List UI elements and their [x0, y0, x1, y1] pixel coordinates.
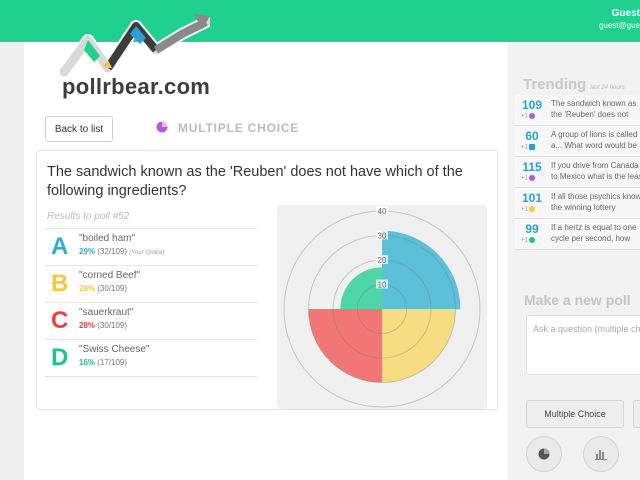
tick-label: 40 — [378, 207, 387, 216]
answer-list: A "boiled ham" 29% (32/109) (Your choice… — [45, 228, 257, 377]
trend-count: 99 — [525, 222, 539, 236]
trending-subtitle: last 24 hours — [590, 85, 625, 91]
answer-stats: 16% (17/109) — [79, 358, 127, 367]
tick-label: 20 — [378, 256, 387, 265]
trend-count: 101 — [521, 191, 543, 205]
answer-text: "sauerkraut" — [79, 307, 134, 318]
pie-icon — [538, 448, 550, 460]
new-poll-title: Make a new poll — [524, 292, 631, 308]
answer-percent: 28% — [79, 321, 96, 330]
poll-question: The sandwich known as the 'Reuben' does … — [47, 164, 463, 199]
answer-row-c[interactable]: C "sauerkraut" 28% (30/109) — [45, 302, 257, 339]
trend-text: A group of lions is called a... What wor… — [551, 130, 638, 153]
sidebar: Trending last 24 hours 109 +1 The sandwic… — [509, 42, 640, 480]
trending-item[interactable]: 109 +1 The sandwich known as the 'Reuben… — [515, 95, 640, 126]
answer-stats: 29% (32/109) (Your choice) — [79, 247, 165, 256]
answer-letter: A — [51, 233, 69, 260]
tick-label: 10 — [378, 281, 387, 290]
trending-item[interactable]: 115 +1 If you drive from Canada to Mexic… — [515, 157, 640, 188]
trend-text: If you drive from Canada to Mexico what … — [551, 161, 640, 184]
trend-text: If a hertz is equal to one cycle per sec… — [551, 223, 640, 246]
question-input[interactable]: Ask a question (multiple choice) — [526, 315, 640, 375]
trend-delta-value: +1 — [521, 206, 528, 213]
polar-wedge-4[interactable] — [340, 267, 382, 309]
poll-type-button[interactable] — [633, 400, 640, 428]
trending-heading: Trending — [523, 76, 587, 93]
bar-type-button[interactable] — [583, 436, 619, 472]
trending-title: Trending last 24 hours — [523, 76, 625, 93]
user-info[interactable]: Guest guest@gue — [599, 8, 640, 30]
answer-percent: 16% — [79, 358, 96, 367]
trend-delta-value: +1 — [521, 113, 528, 120]
user-email: guest@gue — [598, 21, 640, 30]
answer-percent: 29% — [79, 247, 96, 256]
trend-delta: +1 — [521, 206, 535, 213]
poll-type-label: MULTIPLE CHOICE — [178, 121, 300, 135]
trend-delta-value: +1 — [521, 175, 528, 182]
answer-row-a[interactable]: A "boiled ham" 29% (32/109) (Your choice… — [45, 228, 257, 265]
answer-letter: C — [51, 307, 69, 334]
answer-text: "corned Beef" — [79, 270, 141, 281]
answer-stats: 28% (30/109) — [79, 284, 127, 293]
bulb-icon — [528, 206, 535, 212]
pie-icon — [528, 237, 535, 243]
user-name: Guest — [611, 8, 640, 19]
back-to-list-button[interactable]: Back to list — [45, 116, 113, 142]
pie-icon — [528, 113, 535, 119]
trend-count: 109 — [521, 98, 543, 112]
trending-list: 109 +1 The sandwich known as the 'Reuben… — [515, 95, 640, 250]
polar-wedge-2[interactable] — [382, 309, 456, 383]
answer-percent: 28% — [79, 284, 96, 293]
trending-item[interactable]: 60 +1 A group of lions is called a... Wh… — [515, 126, 640, 157]
answer-letter: D — [51, 344, 69, 371]
polar-wedge-3[interactable] — [308, 309, 383, 383]
answer-text: "boiled ham" — [79, 233, 136, 244]
bar-chart-icon — [595, 450, 607, 460]
pie-icon — [528, 175, 535, 181]
answer-counts: (30/109) — [97, 321, 128, 330]
chart-svg: 10 20 30 40 — [283, 206, 481, 408]
answer-counts: (17/109) — [97, 358, 128, 367]
poll-card: The sandwich known as the 'Reuben' does … — [36, 150, 498, 410]
tick-label: 30 — [378, 232, 387, 241]
trend-count: 115 — [522, 160, 542, 174]
answer-letter: B — [51, 270, 69, 297]
trending-item[interactable]: 99 +1 If a hertz is equal to one cycle p… — [515, 219, 640, 250]
answer-row-b[interactable]: B "corned Beef" 28% (30/109) — [45, 265, 257, 302]
trend-delta-value: +1 — [521, 237, 528, 244]
pie-icon — [156, 121, 168, 133]
trend-delta: +1 — [521, 144, 535, 151]
answer-row-d[interactable]: D "Swiss Cheese" 16% (17/109) — [45, 339, 257, 377]
answer-text: "Swiss Cheese" — [79, 344, 150, 355]
answer-stats: 28% (30/109) — [79, 321, 127, 330]
bar-icon — [528, 144, 535, 150]
trend-delta-value: +1 — [521, 144, 528, 151]
answer-counts: (32/109) — [97, 247, 128, 256]
answer-counts: (30/109) — [97, 284, 128, 293]
trend-text: If all those psychics know the winning l… — [551, 192, 640, 215]
trend-count: 60 — [525, 129, 539, 143]
trend-delta: +1 — [521, 237, 535, 244]
pie-type-button[interactable] — [526, 436, 562, 472]
polar-wedge-1[interactable] — [382, 230, 461, 309]
trend-delta: +1 — [521, 113, 535, 120]
logo-text: pollrbear.com — [62, 74, 211, 99]
trend-delta: +1 — [521, 175, 535, 182]
results-label: Results to poll #52 — [47, 211, 130, 222]
polar-area-chart: 10 20 30 40 — [277, 205, 487, 409]
your-choice-note: (Your choice) — [129, 250, 165, 256]
trending-item[interactable]: 101 +1 If all those psychics know the wi… — [515, 188, 640, 219]
trend-text: The sandwich known as the 'Reuben' does … — [551, 99, 640, 122]
multiple-choice-button[interactable]: Multiple Choice — [526, 400, 624, 428]
